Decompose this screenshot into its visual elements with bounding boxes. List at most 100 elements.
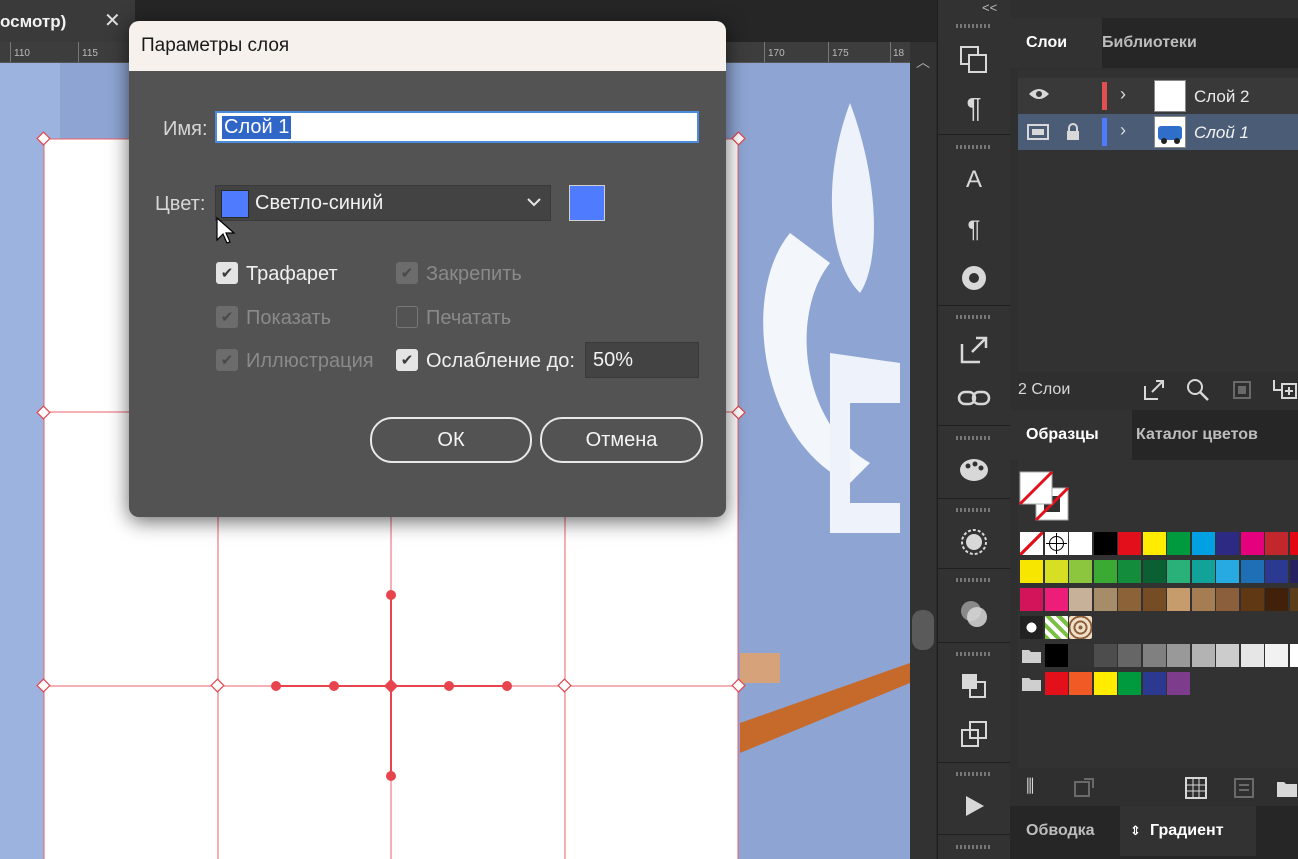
dock-grip[interactable] — [956, 436, 992, 440]
dock-grip[interactable] — [956, 508, 992, 512]
color-swatch[interactable] — [1191, 560, 1215, 583]
place-swatch-icon[interactable] — [1072, 776, 1096, 805]
color-swatch[interactable] — [1265, 588, 1288, 611]
color-swatch[interactable] — [1118, 672, 1141, 695]
color-swatch[interactable] — [1142, 532, 1166, 555]
color-swatch[interactable] — [1167, 644, 1190, 667]
dock-grip[interactable] — [956, 845, 992, 849]
swatch-registration-icon[interactable] — [1044, 532, 1068, 555]
dialog-titlebar[interactable]: Параметры слоя — [129, 21, 726, 71]
paragraph-styles-icon[interactable]: ¶ — [954, 210, 994, 250]
color-swatch[interactable] — [1167, 588, 1190, 611]
close-tab-icon[interactable]: ✕ — [104, 8, 121, 33]
tab-stroke[interactable]: Обводка — [1010, 806, 1111, 856]
color-swatch[interactable] — [1118, 532, 1141, 555]
color-swatch[interactable] — [1069, 588, 1092, 611]
artboards-icon[interactable] — [954, 40, 994, 80]
color-swatch[interactable] — [1167, 532, 1190, 555]
color-swatch[interactable] — [1240, 644, 1264, 667]
transform-icon[interactable] — [954, 714, 994, 754]
color-swatch[interactable] — [1020, 560, 1043, 583]
pathfinder-icon[interactable] — [954, 666, 994, 706]
eye-icon[interactable] — [1028, 86, 1050, 107]
color-swatch[interactable] — [1265, 532, 1288, 555]
color-swatch[interactable] — [1020, 588, 1043, 611]
color-swatch[interactable] — [1265, 560, 1288, 583]
layer-row-2[interactable]: › Слой 2 — [1018, 78, 1298, 114]
color-swatch[interactable] — [1044, 672, 1068, 695]
color-swatch[interactable] — [1093, 560, 1117, 583]
links-icon[interactable] — [954, 378, 994, 418]
color-swatch[interactable] — [1069, 672, 1092, 695]
dock-grip[interactable] — [956, 145, 992, 149]
color-swatch[interactable] — [1093, 644, 1117, 667]
appearance-icon[interactable] — [954, 522, 994, 562]
dock-grip[interactable] — [956, 772, 992, 776]
lock-checkbox[interactable]: ✔ — [396, 262, 418, 284]
color-picker-swatch[interactable] — [569, 185, 605, 221]
color-swatch[interactable] — [1142, 588, 1166, 611]
color-swatch[interactable] — [1069, 644, 1092, 667]
color-swatch[interactable] — [1093, 532, 1117, 555]
dock-grip[interactable] — [956, 24, 992, 28]
color-swatch[interactable] — [1069, 560, 1092, 583]
dock-grip[interactable] — [956, 652, 992, 656]
color-swatch[interactable] — [1216, 588, 1239, 611]
swatch-options-icon[interactable] — [1232, 776, 1256, 805]
transparency-icon[interactable] — [954, 594, 994, 634]
template-checkbox[interactable]: ✔ — [216, 262, 238, 284]
swatch-view-icon[interactable] — [1184, 776, 1208, 805]
color-swatch[interactable] — [1240, 532, 1264, 555]
new-sublayer-icon[interactable] — [1272, 378, 1298, 407]
swatch-pattern[interactable] — [1020, 616, 1043, 639]
color-swatch[interactable] — [1044, 588, 1068, 611]
color-swatch[interactable] — [1044, 560, 1068, 583]
color-swatch[interactable] — [1216, 532, 1239, 555]
color-swatch[interactable] — [1240, 588, 1264, 611]
symbols-icon[interactable] — [954, 258, 994, 298]
color-swatch[interactable] — [1289, 588, 1298, 611]
color-swatch[interactable] — [1093, 672, 1117, 695]
dim-checkbox[interactable]: ✔ — [396, 349, 418, 371]
color-guide-icon[interactable] — [954, 450, 994, 490]
dock-grip[interactable] — [956, 315, 992, 319]
export-icon[interactable] — [954, 330, 994, 370]
illustration-checkbox[interactable]: ✔ — [216, 349, 238, 371]
color-swatch[interactable] — [1216, 560, 1239, 583]
print-checkbox[interactable] — [396, 306, 418, 328]
tab-color-catalog[interactable]: Каталог цветов — [1120, 410, 1274, 460]
swatch-group-folder-icon[interactable] — [1020, 672, 1043, 695]
chevron-right-icon[interactable]: › — [1120, 120, 1126, 141]
layer-row-1[interactable]: › Слой 1 — [1018, 114, 1298, 150]
color-swatch[interactable] — [1240, 560, 1264, 583]
vertical-scrollbar[interactable]: ︿ — [910, 42, 936, 859]
name-input[interactable]: Слой 1 — [215, 111, 699, 143]
folder-icon[interactable] — [1276, 776, 1298, 805]
show-checkbox[interactable]: ✔ — [216, 306, 238, 328]
document-tab[interactable]: осмотр) ✕ — [0, 0, 135, 42]
color-swatch[interactable] — [1044, 644, 1068, 667]
color-swatch[interactable] — [1216, 644, 1239, 667]
color-swatch[interactable] — [1142, 644, 1166, 667]
layer-name[interactable]: Слой 1 — [1194, 123, 1249, 143]
scroll-up-icon[interactable]: ︿ — [916, 52, 930, 72]
color-swatch[interactable] — [1191, 588, 1215, 611]
tab-libraries[interactable]: Библиотеки — [1086, 18, 1213, 68]
color-swatch[interactable] — [1167, 560, 1190, 583]
color-swatch[interactable] — [1191, 532, 1215, 555]
character-styles-icon[interactable]: A — [954, 160, 994, 200]
clipping-mask-icon[interactable] — [1230, 378, 1254, 407]
color-swatch[interactable] — [1191, 644, 1215, 667]
color-swatch[interactable] — [1069, 532, 1092, 555]
template-layer-icon[interactable] — [1027, 124, 1049, 145]
ok-button[interactable]: ОК — [370, 417, 532, 463]
scrollbar-thumb[interactable] — [912, 610, 934, 650]
tab-swatches[interactable]: Образцы — [1010, 410, 1132, 460]
chevron-right-icon[interactable]: › — [1120, 84, 1126, 105]
color-swatch[interactable] — [1118, 644, 1141, 667]
swatch-pattern[interactable] — [1069, 616, 1092, 639]
color-swatch[interactable] — [1265, 644, 1288, 667]
color-swatch[interactable] — [1289, 560, 1298, 583]
swatch-group-folder-icon[interactable] — [1020, 644, 1043, 667]
search-icon[interactable] — [1186, 378, 1210, 407]
